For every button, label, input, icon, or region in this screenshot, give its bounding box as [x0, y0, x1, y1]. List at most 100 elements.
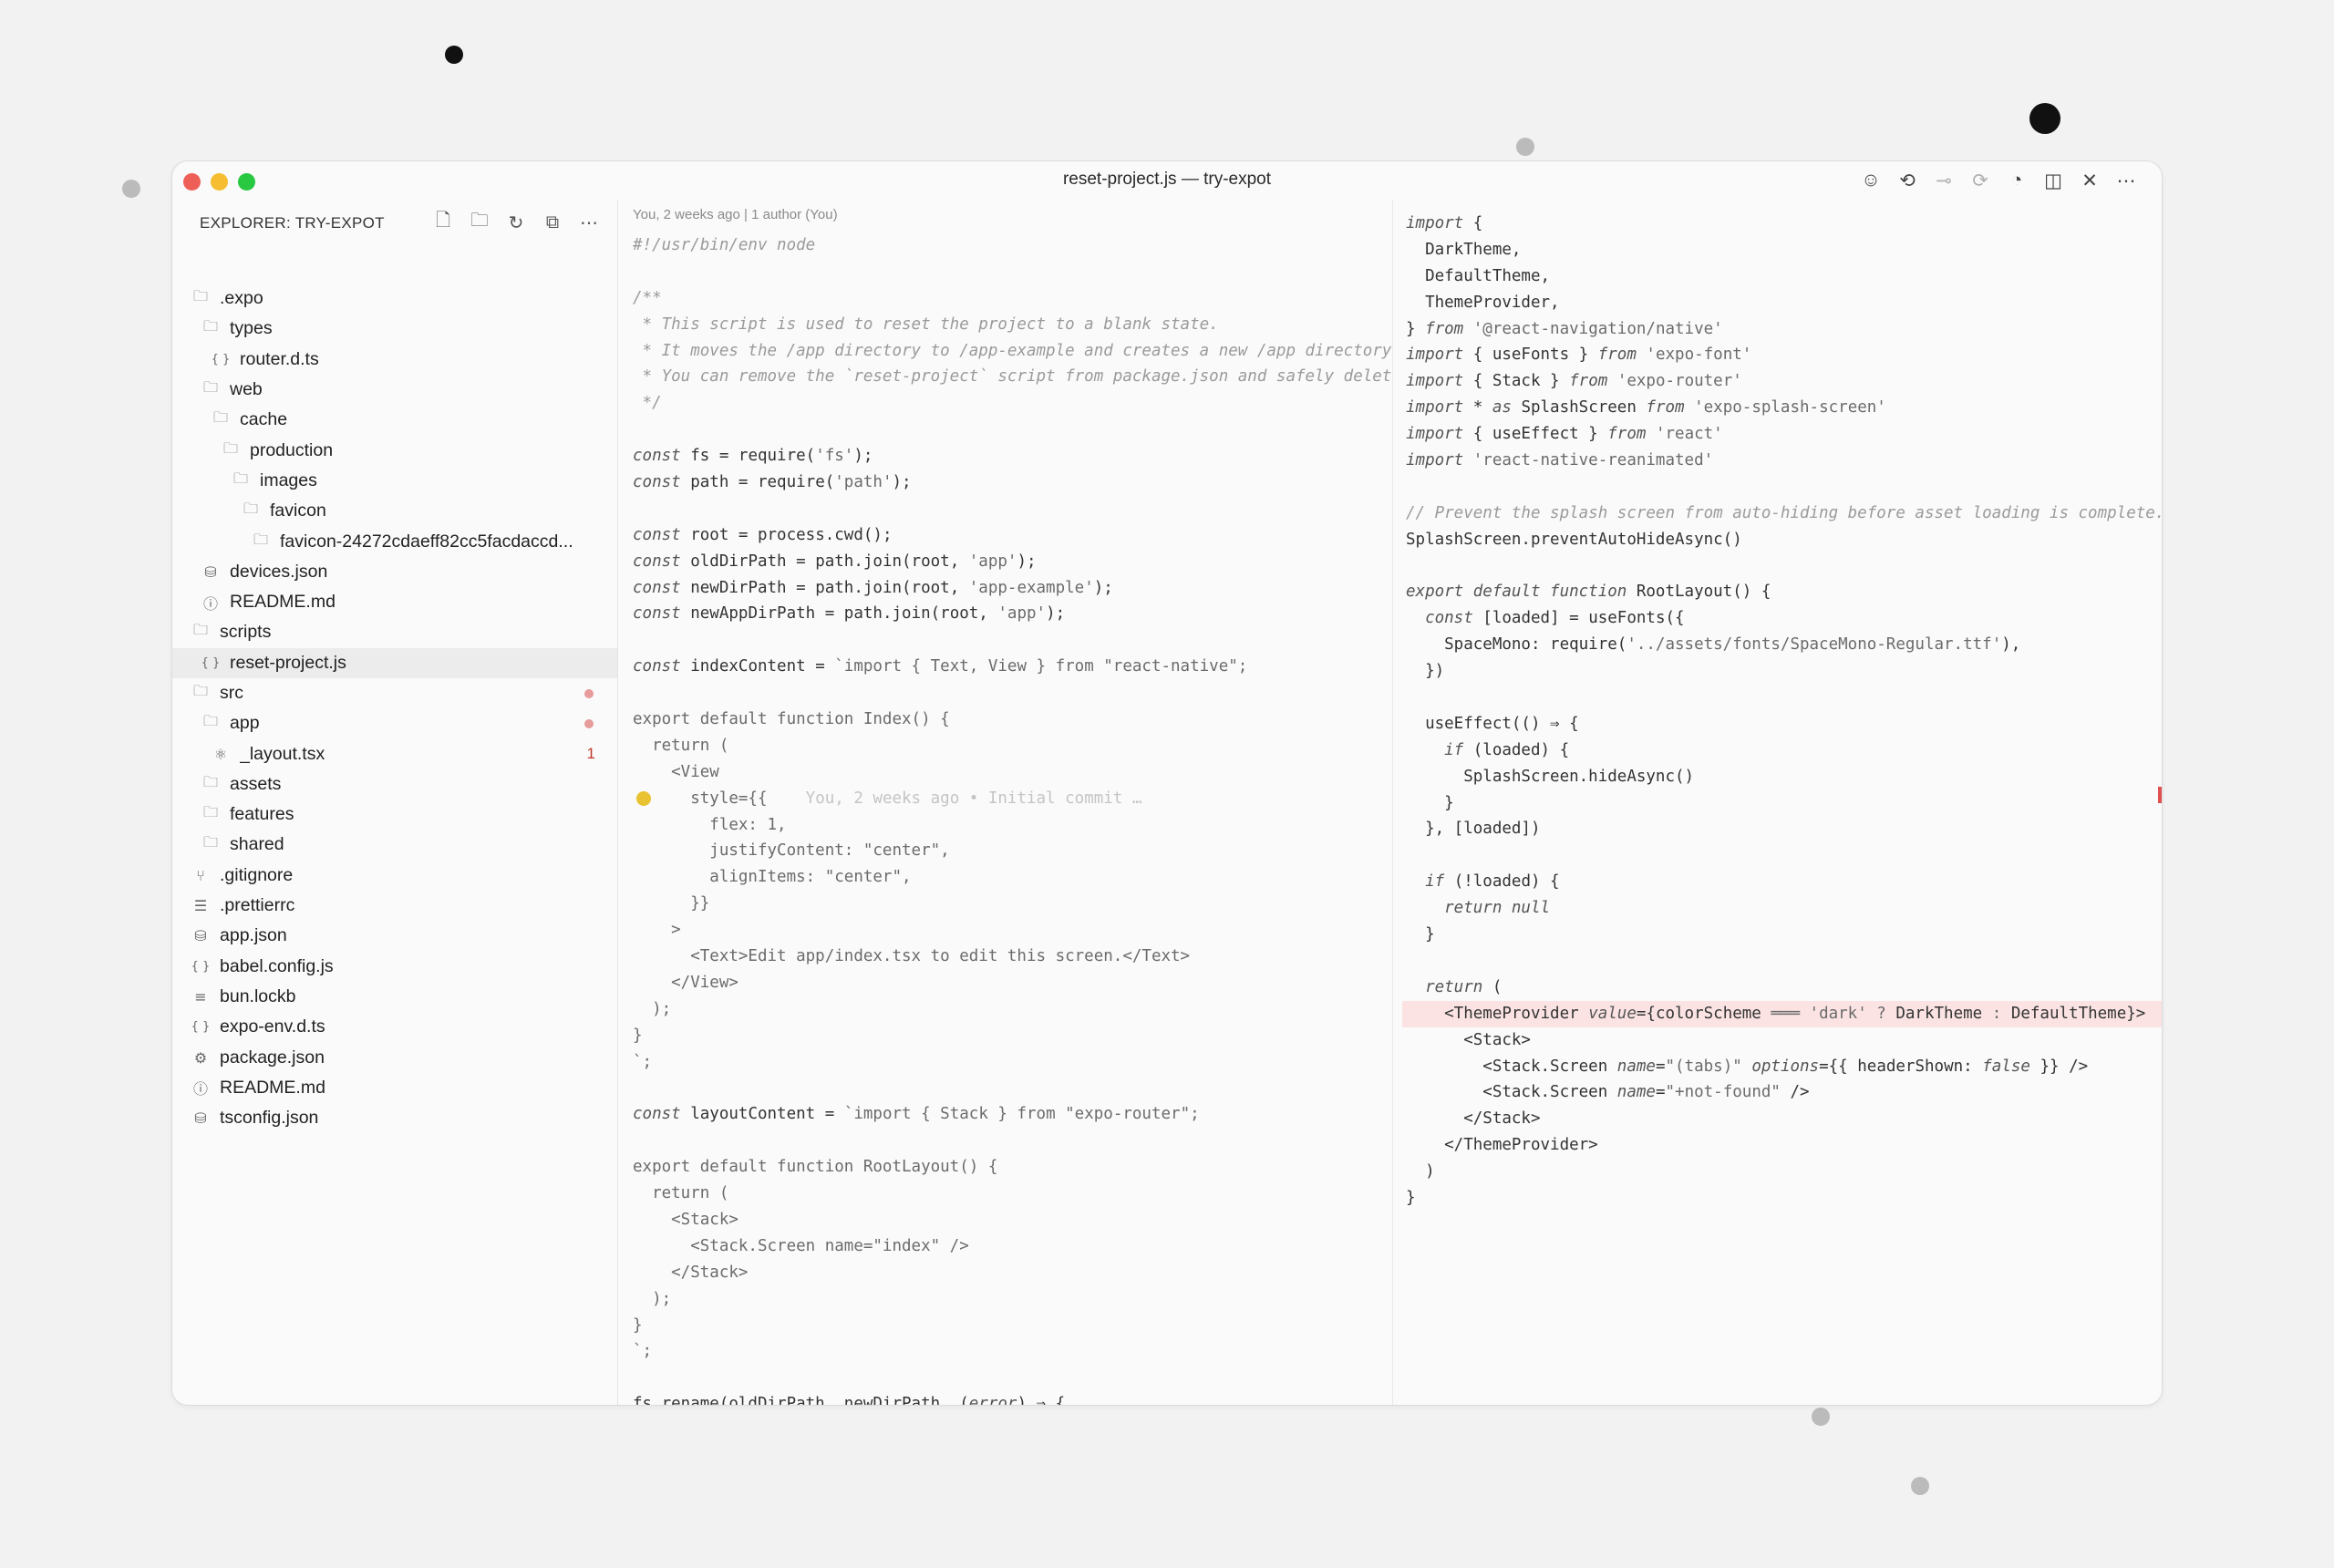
tree-item[interactable]: ⛁ devices.json	[172, 557, 617, 587]
code-line: const root = process.cwd();	[633, 522, 1391, 549]
vscode-window: reset-project.js — try-expot ☺ ⟲ ⊸ ⟳ ◔ ◫…	[171, 160, 2163, 1406]
tree-item[interactable]: { } router.d.ts	[172, 345, 617, 375]
editor-pane-left[interactable]: You, 2 weeks ago | 1 author (You) #!/usr…	[618, 200, 1391, 1405]
code-token: `;	[633, 1342, 653, 1361]
tree-item[interactable]: 🗀 src	[172, 678, 617, 708]
editor-pane-right[interactable]: import { DarkTheme, DefaultTheme, ThemeP…	[1392, 200, 2162, 1405]
tree-item-label: types	[230, 318, 273, 339]
code-line: } from '@react-navigation/native'	[1406, 316, 2162, 343]
tree-item[interactable]: ☰ .prettierrc	[172, 891, 617, 921]
close-icon[interactable]: ✕	[2074, 167, 2105, 194]
more-icon[interactable]: ⋯	[2111, 167, 2142, 194]
code-token: `import { Text, View } from "react-nativ…	[834, 657, 1248, 676]
git-commit-icon[interactable]: ⊸	[1928, 167, 1959, 194]
code-token: const	[633, 578, 681, 597]
tree-item-label: _layout.tsx	[240, 743, 325, 764]
code-token: from	[1646, 398, 1685, 418]
tree-item-label: README.md	[220, 1077, 325, 1098]
code-line: >	[633, 917, 1391, 944]
collapse-icon[interactable]: ⧉	[537, 207, 568, 238]
code-token: '@react-navigation/native'	[1463, 319, 1723, 338]
tree-item-label: devices.json	[230, 561, 328, 582]
new-folder-icon[interactable]: 🗀	[464, 207, 495, 238]
code-token: import	[1406, 214, 1464, 232]
code-line: * You can remove the `reset-project` scr…	[633, 364, 1391, 390]
code-token: export default function Index() {	[633, 710, 950, 729]
tree-item[interactable]: { } babel.config.js	[172, 952, 617, 982]
code-line: if (!loaded) {	[1406, 869, 2162, 895]
code-line: if (loaded) {	[1406, 738, 2162, 764]
tree-item[interactable]: 🗀 favicon	[172, 496, 617, 526]
code-token: const	[633, 604, 681, 624]
tree-item[interactable]: ⚙ package.json	[172, 1042, 617, 1072]
tree-item[interactable]: ⚛ _layout.tsx 1	[172, 738, 617, 769]
database-icon: ⛁	[194, 1109, 207, 1128]
go-back-icon[interactable]: ⟲	[1892, 167, 1923, 194]
code-line: fs.rename(oldDirPath, newDirPath, (error…	[633, 1391, 1391, 1405]
code-line: * It moves the /app directory to /app-ex…	[633, 338, 1391, 365]
split-editor-icon[interactable]: ◫	[2038, 167, 2069, 194]
go-forward-icon[interactable]: ⟳	[1965, 167, 1996, 194]
code-area[interactable]: import { DarkTheme, DefaultTheme, ThemeP…	[1402, 211, 2162, 1212]
code-line: export default function Index() {	[633, 707, 1391, 733]
code-line: import {	[1406, 211, 2162, 237]
tree-item[interactable]: 🗀 shared	[172, 830, 617, 860]
code-token: );	[892, 473, 912, 492]
code-line: <View	[633, 759, 1391, 786]
tree-item[interactable]: ≡ bun.lockb	[172, 982, 617, 1012]
decor-dot	[1812, 1408, 1830, 1426]
refresh-icon[interactable]: ↻	[501, 207, 532, 238]
tree-item[interactable]: ⓘ README.md	[172, 587, 617, 617]
code-area[interactable]: #!/usr/bin/env node /** * This script is…	[633, 232, 1391, 1405]
code-token: }	[1406, 925, 1435, 944]
lightbulb-icon[interactable]	[636, 790, 651, 806]
folder-icon: 🗀	[192, 682, 208, 699]
code-line: <Stack>	[1406, 1027, 2162, 1054]
tree-item[interactable]: 🗀 web	[172, 375, 617, 405]
code-token: import	[1406, 425, 1464, 444]
code-token: RootLayout() {	[1627, 583, 1771, 602]
folder-icon: 🗀	[232, 469, 248, 487]
copilot-icon[interactable]: ☺	[1855, 167, 1886, 194]
tree-item[interactable]: { } expo-env.d.ts	[172, 1012, 617, 1042]
tree-item[interactable]: 🗀 favicon-24272cdaeff82cc5facdaccd...	[172, 526, 617, 556]
code-line: alignItems: "center",	[633, 864, 1391, 891]
tree-item[interactable]: 🗀 production	[172, 435, 617, 465]
tree-item[interactable]: ⛁ app.json	[172, 921, 617, 951]
code-token: [loaded] = useFonts({	[1472, 609, 1685, 628]
info-icon: ⓘ	[202, 594, 218, 613]
code-line: const layoutContent = `import { Stack } …	[633, 1101, 1391, 1128]
code-token: const	[633, 657, 681, 676]
tree-item[interactable]: 🗀 features	[172, 799, 617, 830]
code-token: </ThemeProvider>	[1406, 1136, 1598, 1155]
tree-item[interactable]: 🗀 app	[172, 708, 617, 738]
code-line: <Stack.Screen name="index" />	[633, 1233, 1391, 1260]
code-token: }} />	[2029, 1057, 2089, 1076]
code-token: const	[633, 1105, 681, 1124]
tree-item[interactable]: 🗀 images	[172, 466, 617, 496]
code-line: const oldDirPath = path.join(root, 'app'…	[633, 549, 1391, 575]
tree-item[interactable]: 🗀 cache	[172, 405, 617, 435]
more-icon[interactable]: ⋯	[573, 207, 604, 238]
inline-blame: You, 2 weeks ago • Initial commit …	[767, 789, 1142, 808]
code-token: layoutContent =	[680, 1105, 844, 1124]
tree-item[interactable]: 🗀 .expo	[172, 284, 617, 314]
tree-item[interactable]: 🗀 scripts	[172, 617, 617, 647]
code-token: * It moves the /app directory to /app-ex…	[642, 341, 1391, 360]
tree-item[interactable]: 🗀 types	[172, 314, 617, 344]
new-file-icon[interactable]: 🗋	[428, 207, 459, 238]
braces-icon: { }	[201, 655, 221, 670]
tree-item[interactable]: ⛁ tsconfig.json	[172, 1103, 617, 1133]
code-token: }	[633, 1315, 643, 1335]
tree-item[interactable]: { } reset-project.js	[172, 647, 617, 678]
tree-item[interactable]: 🗀 assets	[172, 769, 617, 799]
tree-item[interactable]: ⑂ .gitignore	[172, 861, 617, 891]
code-token: SpaceMono: require(	[1406, 635, 1627, 655]
code-token: value	[1588, 1004, 1637, 1023]
code-token: oldDirPath = path.join(root,	[680, 552, 969, 571]
code-line: const newDirPath = path.join(root, 'app-…	[633, 575, 1391, 602]
tree-item[interactable]: ⓘ README.md	[172, 1073, 617, 1103]
tree-item-label: package.json	[220, 1047, 325, 1068]
code-token: <Stack.Screen name="index" />	[633, 1236, 969, 1255]
open-changes-icon[interactable]: ◔	[2001, 167, 2032, 194]
